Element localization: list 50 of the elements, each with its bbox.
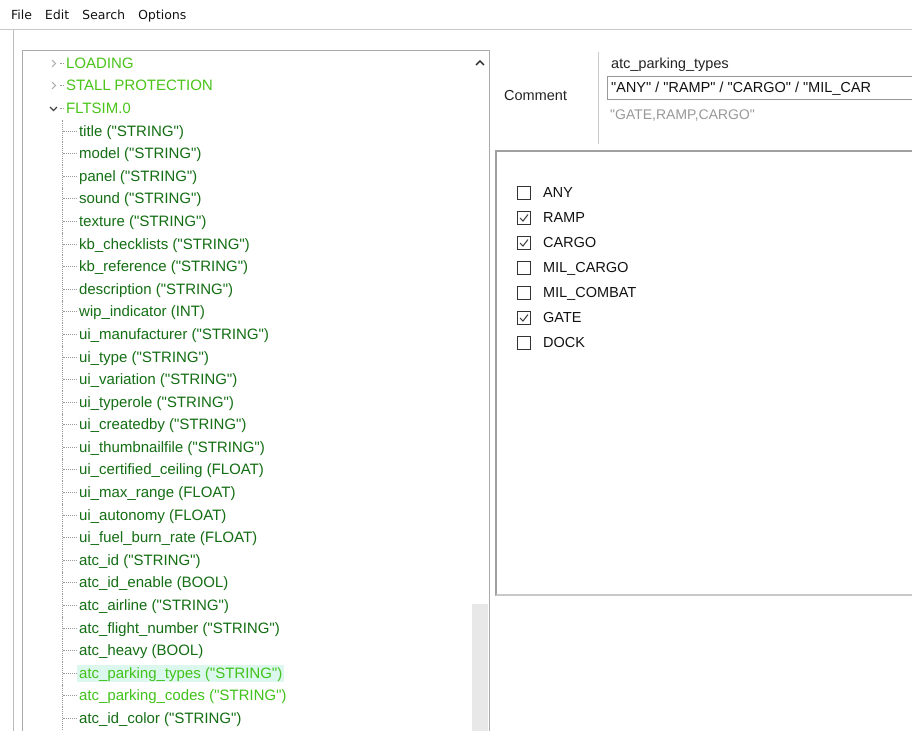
checkbox[interactable] — [517, 210, 531, 224]
tree-item[interactable]: ui_type ("STRING") — [77, 348, 211, 366]
field-label: Comment — [504, 87, 568, 106]
tree-item[interactable]: ui_variation ("STRING") — [77, 371, 240, 388]
tree-item[interactable]: atc_airline ("STRING") — [77, 597, 231, 614]
tree-item[interactable]: ui_thumbnailfile ("STRING") — [77, 438, 267, 456]
option-label: MIL_CARGO — [543, 260, 628, 276]
option-label: MIL_COMBAT — [543, 284, 636, 300]
tree-item[interactable]: atc_flight_number ("STRING") — [77, 620, 282, 637]
tree-item[interactable]: title ("STRING") — [77, 122, 186, 140]
tree-item[interactable]: ui_fuel_burn_rate (FLOAT) — [77, 529, 260, 546]
tree-item[interactable]: panel ("STRING") — [77, 168, 200, 185]
default-value: "GATE,RAMP,CARGO" — [609, 105, 756, 122]
tree-item[interactable]: kb_checklists ("STRING") — [77, 236, 252, 253]
collapse-icon[interactable] — [49, 104, 58, 113]
menu-item[interactable]: Edit — [44, 7, 70, 22]
checkbox[interactable] — [517, 286, 531, 300]
option-label: RAMP — [543, 210, 585, 226]
menu-item[interactable]: Search — [82, 7, 126, 22]
tree-item[interactable]: atc_id_enable (BOOL) — [77, 574, 230, 592]
option-label: ANY — [543, 184, 573, 200]
option-label: GATE — [543, 310, 582, 326]
menu-item[interactable]: Options — [138, 7, 186, 22]
option-label: CARGO — [543, 234, 596, 250]
tree-item[interactable]: texture ("STRING") — [77, 212, 208, 230]
comment-field[interactable]: "ANY" / "RAMP" / "CARGO" / "MIL_CAR — [607, 76, 912, 100]
tree-item[interactable]: ui_max_range (FLOAT) — [77, 484, 238, 502]
checkbox[interactable] — [517, 336, 531, 350]
tree-item[interactable]: atc_id_color ("STRING") — [77, 710, 244, 728]
checkbox[interactable] — [517, 260, 531, 274]
tree-item[interactable]: ui_certified_ceiling (FLOAT) — [77, 461, 266, 478]
menu-item[interactable]: File — [11, 7, 32, 22]
scroll-up-icon[interactable] — [475, 59, 485, 66]
option-label: DOCK — [543, 334, 585, 350]
checkbox[interactable] — [517, 236, 531, 250]
tree-item[interactable]: atc_heavy (BOOL) — [77, 642, 206, 660]
tree-item[interactable]: ui_createdby ("STRING") — [77, 416, 248, 434]
tree-item[interactable]: atc_id ("STRING") — [77, 552, 203, 569]
tree-item[interactable]: description ("STRING") — [77, 280, 236, 298]
scrollbar-thumb[interactable] — [472, 604, 488, 731]
key-name: atc_parking_types — [610, 55, 730, 74]
tree-item[interactable]: wip_indicator (INT) — [77, 303, 207, 320]
checkbox[interactable] — [517, 186, 531, 200]
tree-item[interactable]: ui_autonomy (FLOAT) — [77, 506, 228, 524]
tree-item[interactable]: model ("STRING") — [77, 145, 204, 162]
checkbox[interactable] — [517, 310, 531, 324]
tree-item[interactable]: sound ("STRING") — [77, 190, 204, 208]
tree-item[interactable]: kb_reference ("STRING") — [77, 258, 250, 276]
tree-item[interactable]: ui_manufacturer ("STRING") — [77, 326, 271, 343]
tree-item[interactable]: ui_typerole ("STRING") — [77, 394, 236, 411]
